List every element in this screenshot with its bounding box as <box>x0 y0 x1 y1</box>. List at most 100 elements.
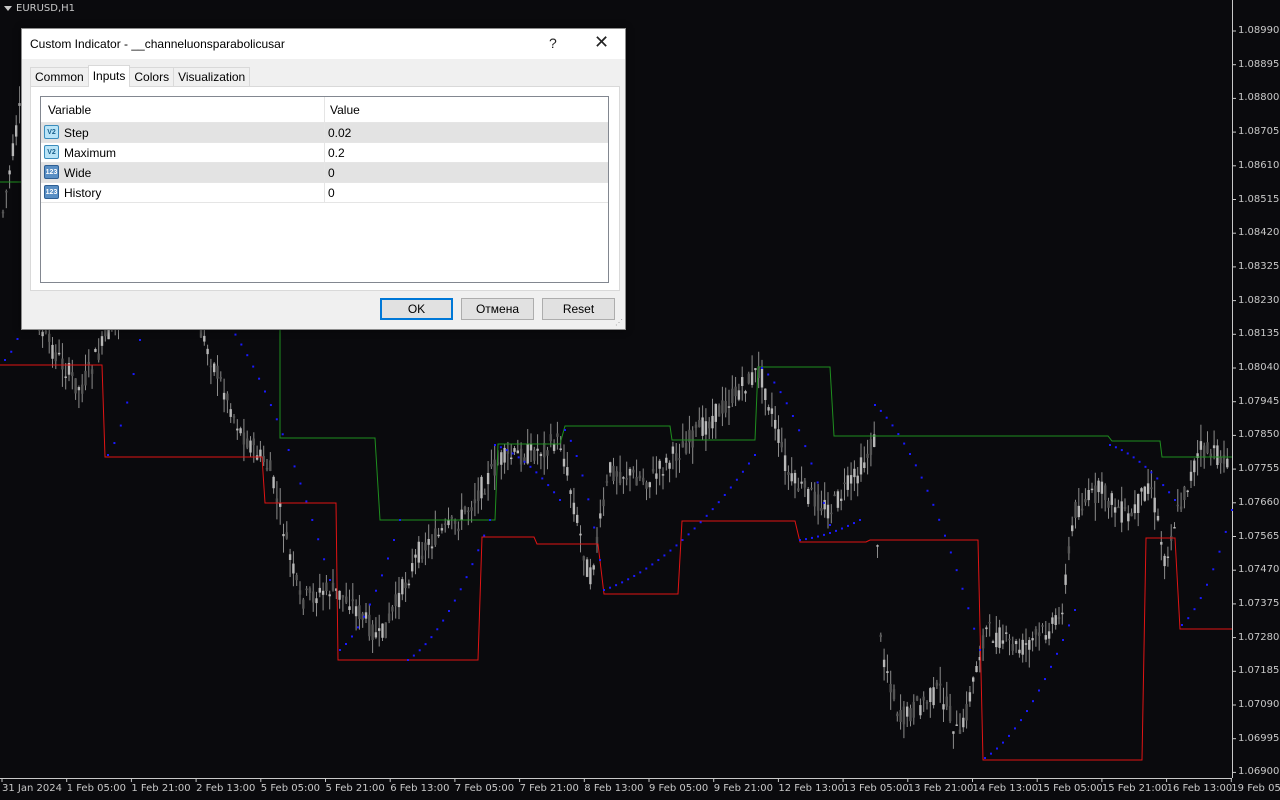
candle-body <box>671 446 675 454</box>
candle-body <box>562 458 566 467</box>
candle-body <box>1113 507 1117 513</box>
sar-dot <box>139 339 141 341</box>
sar-dot <box>287 448 290 451</box>
tab-inputs[interactable]: Inputs <box>87 65 131 87</box>
sar-dot <box>615 584 618 587</box>
candle-body <box>295 574 298 581</box>
candle-body <box>1107 500 1110 508</box>
reset-button[interactable]: Reset <box>542 298 615 320</box>
chevron-down-icon[interactable] <box>4 6 12 11</box>
time-tick-label: 31 Jan 2024 <box>2 783 62 794</box>
tab-colors[interactable]: Colors <box>129 67 175 87</box>
candle-body <box>939 683 942 686</box>
candle-body <box>1005 632 1008 634</box>
sar-dot <box>575 455 578 457</box>
sar-dot <box>909 453 911 455</box>
sar-dot <box>817 535 819 538</box>
double-value-icon: V2 <box>44 125 59 139</box>
sar-dot <box>805 538 807 541</box>
sar-dot <box>107 454 109 456</box>
candle-body <box>906 706 909 717</box>
tab-common[interactable]: Common <box>30 67 89 87</box>
chart-symbol-label[interactable]: EURUSD,H1 <box>4 3 75 14</box>
candle-body <box>387 613 391 621</box>
price-tick-label: 1.08895 <box>1238 58 1280 70</box>
sar-dot <box>418 649 421 652</box>
inputs-grid: Variable Value V2 Step 0.02 V2 Maximum 0… <box>40 96 609 283</box>
sar-dot <box>436 628 439 631</box>
sar-dot <box>387 557 389 560</box>
time-tick-label: 2 Feb 13:00 <box>196 783 256 794</box>
candle-body <box>998 627 1001 648</box>
candle-body <box>968 692 972 702</box>
candle-body <box>490 464 493 467</box>
candle-body <box>737 390 741 400</box>
variable-value[interactable]: 0 <box>328 166 335 180</box>
candle-body <box>424 542 427 551</box>
sar-dot <box>949 551 952 554</box>
candle-body <box>358 605 361 620</box>
sar-dot <box>1193 608 1196 611</box>
sar-dot <box>1020 719 1022 722</box>
sar-dot <box>729 486 732 489</box>
sar-dot <box>693 527 696 530</box>
candle-body <box>1011 644 1014 651</box>
candle-body <box>430 546 434 549</box>
candle-body <box>572 502 576 515</box>
sar-dot <box>979 649 981 651</box>
sar-dot <box>569 439 572 442</box>
sar-dot <box>938 518 941 521</box>
dialog-title-bar[interactable]: Custom Indicator - __channeluonsparaboli… <box>22 29 625 59</box>
sar-dot <box>1206 583 1208 586</box>
candle-body <box>1064 574 1067 585</box>
price-tick-label: 1.07565 <box>1238 530 1280 542</box>
variable-name: Step <box>64 126 89 140</box>
sar-dot <box>16 338 19 340</box>
candle-body <box>269 460 272 472</box>
variable-value[interactable]: 0.2 <box>328 146 345 160</box>
sar-dot <box>874 404 876 406</box>
candle-body <box>645 482 648 489</box>
candle-body <box>252 438 255 446</box>
candle-body <box>368 614 371 637</box>
sar-dot <box>412 654 415 657</box>
sar-dot <box>811 536 813 539</box>
candle-body <box>919 705 922 716</box>
price-tick-label: 1.06995 <box>1238 732 1280 744</box>
close-button[interactable]: ✕ <box>594 33 609 51</box>
candle-body <box>232 416 236 418</box>
sar-dot <box>511 452 514 455</box>
candle-body <box>328 594 331 597</box>
sar-dot <box>810 462 813 465</box>
sar-dot <box>621 581 624 584</box>
candle-body <box>348 606 351 611</box>
candle-body <box>1038 632 1041 637</box>
candle-body <box>480 476 483 499</box>
sar-dot <box>816 481 819 484</box>
variable-value[interactable]: 0 <box>328 186 335 200</box>
dialog-title: Custom Indicator - __channeluonsparaboli… <box>30 37 285 51</box>
column-header-value[interactable]: Value <box>330 103 360 117</box>
candle-body <box>589 567 592 585</box>
sar-dot <box>1126 452 1129 455</box>
column-header-variable[interactable]: Variable <box>48 103 91 117</box>
integer-value-icon: 123 <box>44 185 59 199</box>
candle-body <box>747 373 750 384</box>
variable-value[interactable]: 0.02 <box>328 126 351 140</box>
sar-dot <box>747 462 750 465</box>
resize-grip-icon[interactable]: ⋰ <box>615 319 623 327</box>
sar-dot <box>4 359 6 361</box>
sar-dot <box>351 635 353 638</box>
candle-body <box>585 559 589 577</box>
sar-dot <box>1038 689 1040 692</box>
ok-button[interactable]: OK <box>380 298 453 320</box>
help-button[interactable]: ? <box>549 35 557 51</box>
candle-body <box>925 702 929 704</box>
column-divider[interactable] <box>324 97 325 202</box>
candle-body <box>1156 515 1160 521</box>
cancel-button[interactable]: Отмена <box>461 298 534 320</box>
candle-body <box>529 443 533 451</box>
candle-body <box>8 170 11 175</box>
candle-body <box>483 493 486 495</box>
tab-visualization[interactable]: Visualization <box>173 67 251 87</box>
